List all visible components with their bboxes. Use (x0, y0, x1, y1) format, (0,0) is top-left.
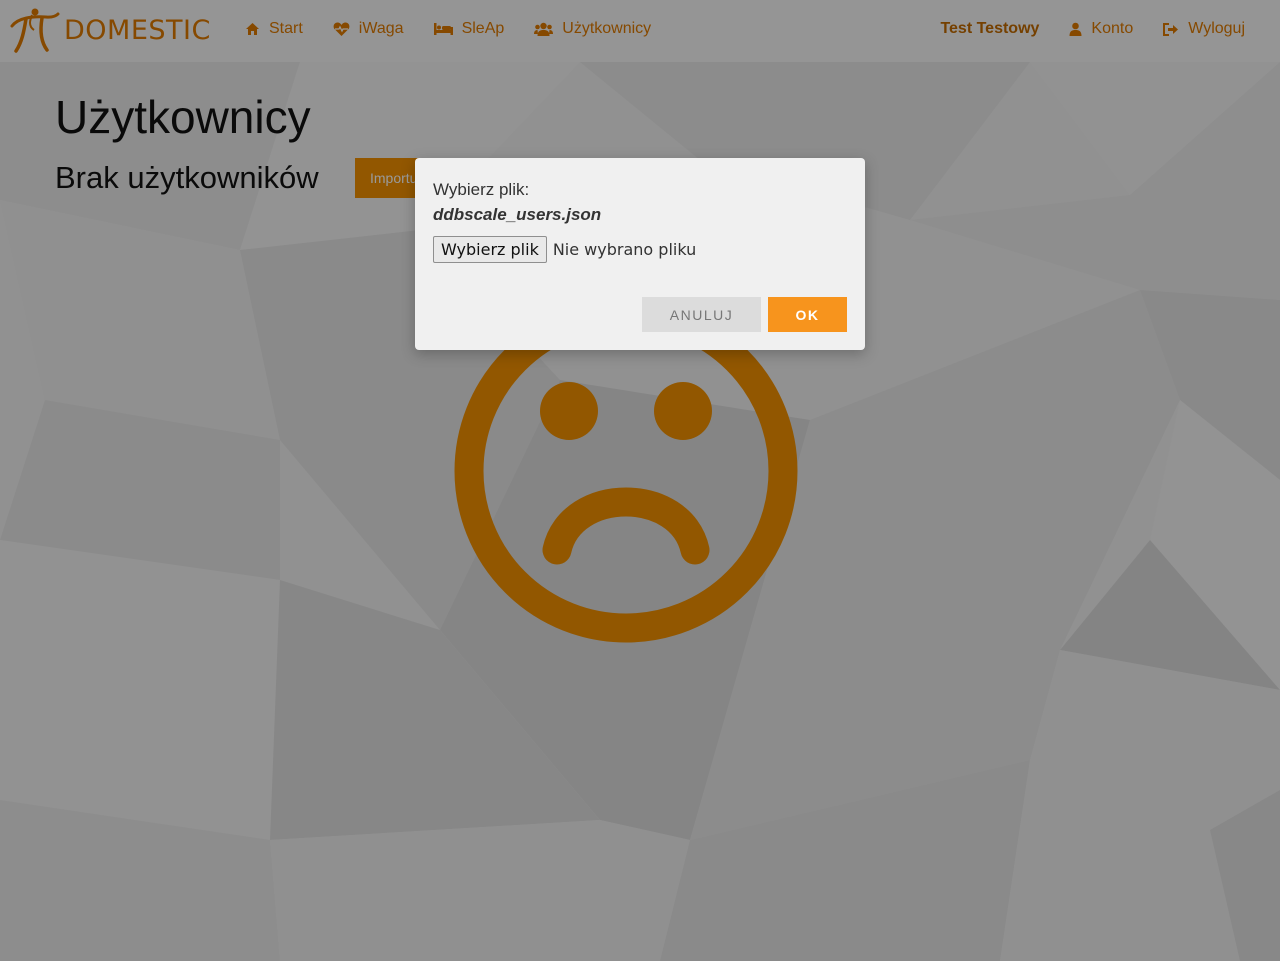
choose-file-button[interactable]: Wybierz plik (433, 236, 547, 263)
cancel-button[interactable]: ANULUJ (642, 297, 761, 332)
dialog-filename: ddbscale_users.json (433, 205, 602, 224)
file-status-text: Nie wybrano pliku (552, 240, 697, 259)
import-file-dialog: Wybierz plik: ddbscale_users.json Wybier… (415, 158, 865, 350)
file-input: Wybierz plik Nie wybrano pliku (433, 236, 696, 263)
ok-button[interactable]: OK (768, 297, 847, 332)
dialog-label: Wybierz plik: (433, 180, 530, 199)
modal-backdrop[interactable] (0, 0, 1280, 961)
